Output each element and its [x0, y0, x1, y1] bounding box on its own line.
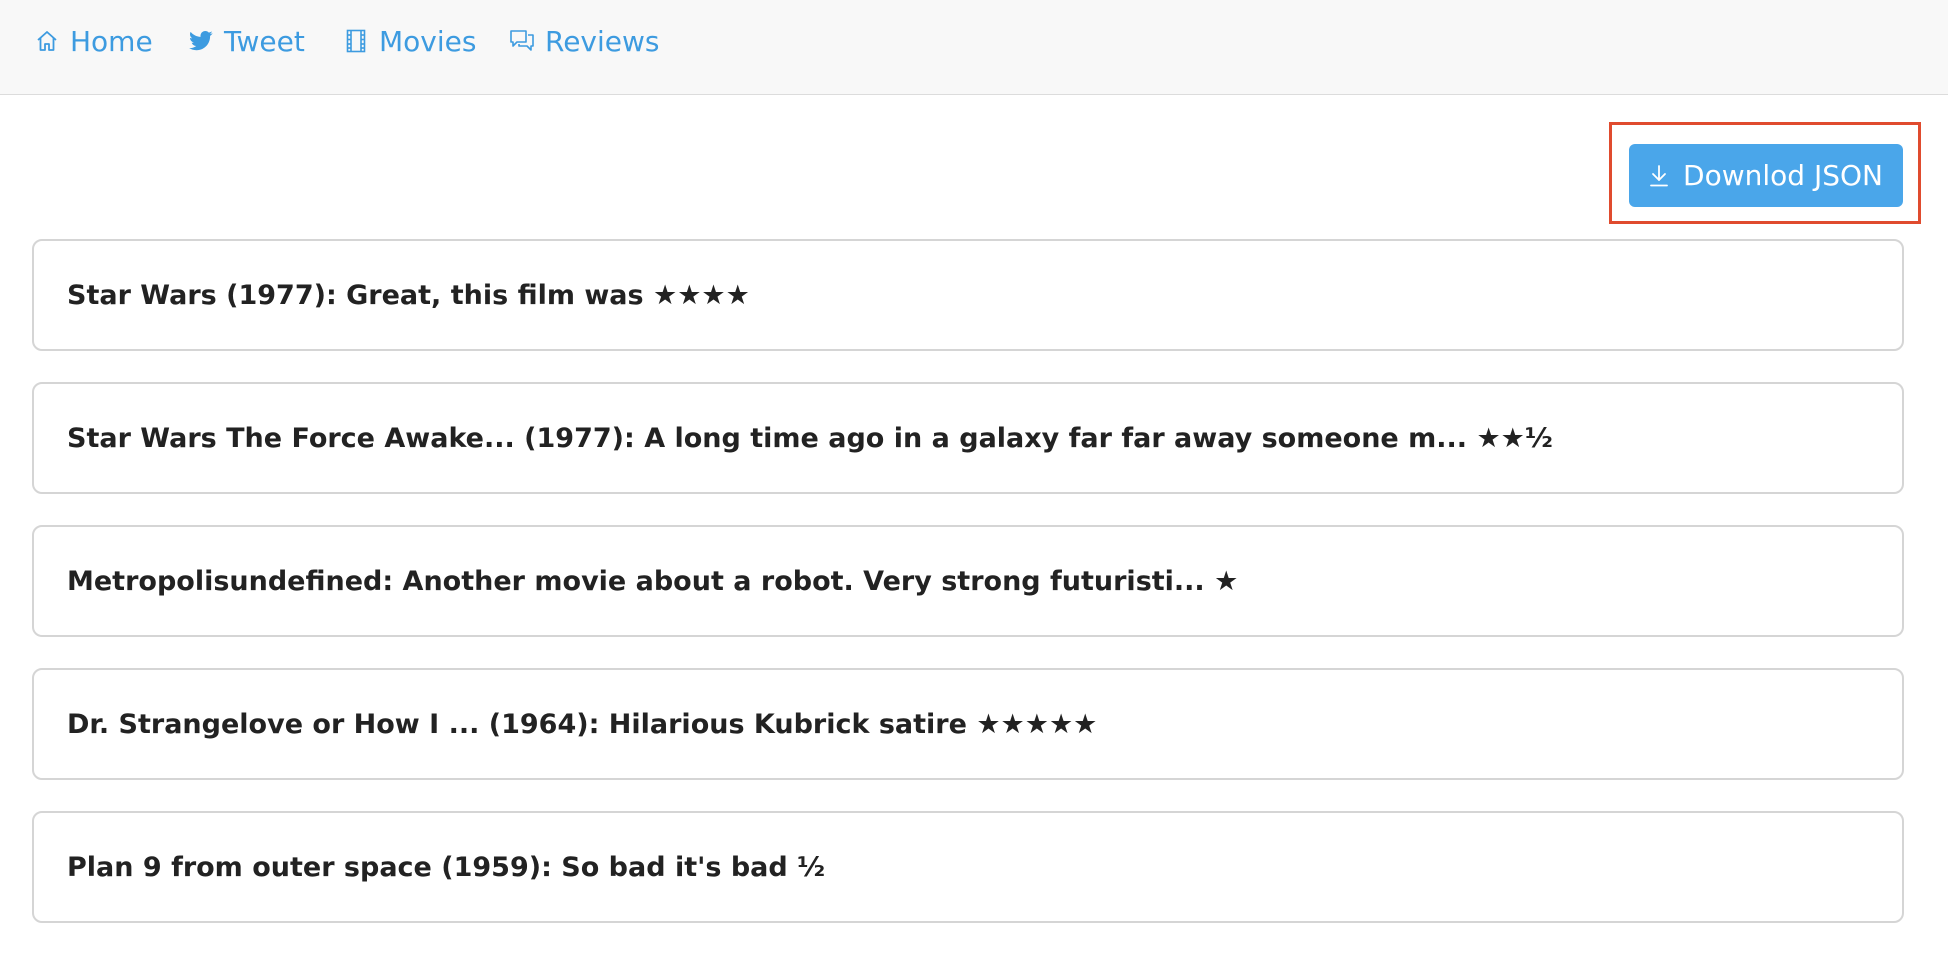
- nav-movies-label: Movies: [379, 24, 477, 58]
- nav-home-label: Home: [70, 24, 153, 58]
- review-text: Star Wars The Force Awake... (1977): A l…: [67, 422, 1553, 454]
- review-text: Metropolisundefined: Another movie about…: [67, 565, 1239, 597]
- review-item[interactable]: Metropolisundefined: Another movie about…: [32, 525, 1904, 637]
- top-navbar: Home Tweet Movies Reviews: [0, 0, 1948, 95]
- download-json-button[interactable]: Downlod JSON: [1629, 144, 1903, 207]
- review-item[interactable]: Plan 9 from outer space (1959): So bad i…: [32, 811, 1904, 923]
- review-item[interactable]: Star Wars (1977): Great, this film was ★…: [32, 239, 1904, 351]
- film-icon: [343, 28, 369, 54]
- nav-movies[interactable]: Movies: [343, 24, 476, 58]
- review-item[interactable]: Dr. Strangelove or How I ... (1964): Hil…: [32, 668, 1904, 780]
- nav-tweet-label: Tweet: [224, 24, 305, 58]
- download-json-label: Downlod JSON: [1683, 159, 1883, 192]
- home-icon: [34, 28, 60, 54]
- chat-icon: [509, 28, 535, 54]
- download-icon: [1649, 163, 1671, 189]
- review-text: Plan 9 from outer space (1959): So bad i…: [67, 851, 826, 883]
- nav-tweet[interactable]: Tweet: [188, 24, 305, 58]
- nav-reviews-label: Reviews: [545, 24, 660, 58]
- review-list: Star Wars (1977): Great, this film was ★…: [32, 239, 1904, 954]
- review-item[interactable]: Star Wars The Force Awake... (1977): A l…: [32, 382, 1904, 494]
- nav-reviews[interactable]: Reviews: [509, 24, 660, 58]
- nav-home[interactable]: Home: [34, 24, 153, 58]
- review-text: Star Wars (1977): Great, this film was ★…: [67, 279, 750, 311]
- review-text: Dr. Strangelove or How I ... (1964): Hil…: [67, 708, 1098, 740]
- twitter-icon: [188, 28, 214, 54]
